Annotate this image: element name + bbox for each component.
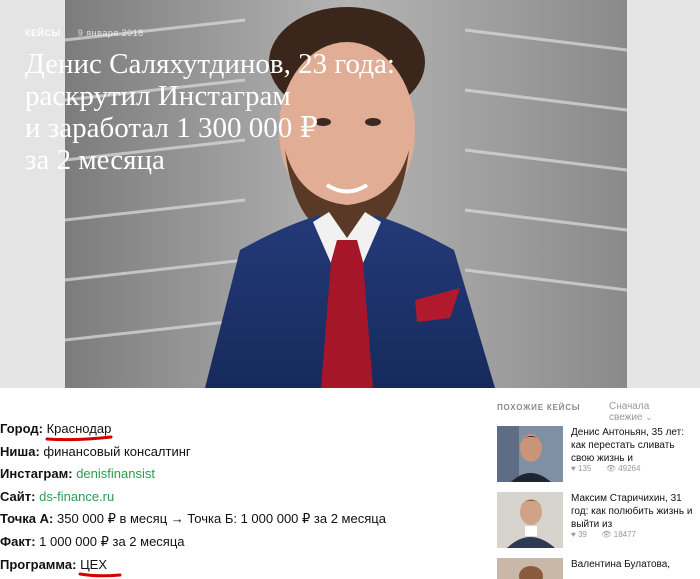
case-title: Денис Антоньян, 35 лет: как перестать сл… <box>571 427 684 464</box>
fact-city: Город: Краснодар <box>0 418 470 442</box>
fact-label: Программа: <box>0 556 77 572</box>
sidebar-title: Похожие кейсы <box>497 403 581 412</box>
fact-site: Сайт: ds-finance.ru <box>0 486 470 509</box>
chevron-down-icon: ⌄ <box>645 413 653 422</box>
title-line: раскрутил Инстаграм <box>25 80 291 112</box>
fact-label: Сайт: <box>0 488 36 504</box>
fact-value: финансовый консалтинг <box>43 443 191 459</box>
fact-label: Факт: <box>0 533 36 549</box>
red-underline-annotation <box>45 435 113 442</box>
related-case-item[interactable]: Валентина Булатова, <box>497 558 695 579</box>
eye-icon: 👁︎ <box>601 530 612 539</box>
sort-dropdown[interactable]: Сначала свежие ⌄ <box>609 401 695 423</box>
related-case-item[interactable]: Денис Антоньян, 35 лет: как перестать сл… <box>497 426 695 482</box>
page-title: Денис Саляхутдинов, 23 года: раскрутил И… <box>25 48 455 176</box>
hero-meta: Кейсы 9 января 2018 <box>25 28 144 38</box>
title-line: и заработал 1 300 000 ₽ <box>25 112 318 144</box>
red-underline-annotation <box>78 572 122 577</box>
case-title: Максим Старичихин, 31 год: как полюбить … <box>571 493 693 530</box>
hero-banner[interactable]: Кейсы 9 января 2018 Денис Саляхутдинов, … <box>0 0 700 388</box>
case-thumbnail <box>497 558 563 579</box>
fact-value: 350 000 ₽ в месяц → Точка Б: 1 000 000 ₽… <box>56 511 386 527</box>
publish-date: 9 января 2018 <box>77 28 144 38</box>
fact-result: Факт: 1 000 000 ₽ за 2 месяца <box>0 531 470 554</box>
title-line: Денис Саляхутдинов, 23 года: <box>25 48 395 80</box>
heart-icon: ♥ <box>571 530 576 539</box>
fact-value: 1 000 000 ₽ за 2 месяца <box>39 533 185 549</box>
views-count: 18477 <box>613 530 636 539</box>
fact-points: Точка А: 350 000 ₽ в месяц → Точка Б: 1 … <box>0 508 470 531</box>
related-cases-sidebar: Похожие кейсы Сначала свежие ⌄ Денис Анто… <box>497 398 695 579</box>
likes-count: 39 <box>577 530 587 539</box>
fact-label: Город: <box>0 421 43 436</box>
fact-instagram: Инстаграм: denisfinansist <box>0 463 470 486</box>
sort-label: Сначала свежие <box>609 401 650 423</box>
case-title: Валентина Булатова, <box>571 559 671 570</box>
likes-count: 135 <box>577 464 592 473</box>
city-value: Краснодар <box>45 418 113 442</box>
title-line: за 2 месяца <box>25 144 165 176</box>
program-value: ЦЕХ <box>78 554 122 577</box>
related-case-item[interactable]: Максим Старичихин, 31 год: как полюбить … <box>497 492 695 548</box>
fact-label: Инстаграм: <box>0 466 73 482</box>
site-link[interactable]: ds-finance.ru <box>39 489 114 504</box>
fact-program: Программа: ЦЕХ <box>0 554 470 577</box>
case-thumbnail <box>497 492 563 548</box>
heart-icon: ♥ <box>571 464 576 473</box>
fact-label: Ниша: <box>0 443 40 459</box>
article-facts: Город: Краснодар Ниша: финансовый консал… <box>0 418 470 577</box>
instagram-link[interactable]: denisfinansist <box>76 466 155 481</box>
case-thumbnail <box>497 426 563 482</box>
case-stats: ♥ 39 👁︎ 18477 <box>571 530 636 539</box>
eye-icon: 👁︎ <box>605 464 616 473</box>
views-count: 49264 <box>618 464 641 473</box>
fact-label: Точка А: <box>0 511 54 527</box>
category-link[interactable]: Кейсы <box>25 28 61 38</box>
sidebar-header: Похожие кейсы Сначала свежие ⌄ <box>497 398 695 423</box>
fact-niche: Ниша: финансовый консалтинг <box>0 441 470 464</box>
case-stats: ♥ 135 👁︎ 49264 <box>571 464 640 473</box>
